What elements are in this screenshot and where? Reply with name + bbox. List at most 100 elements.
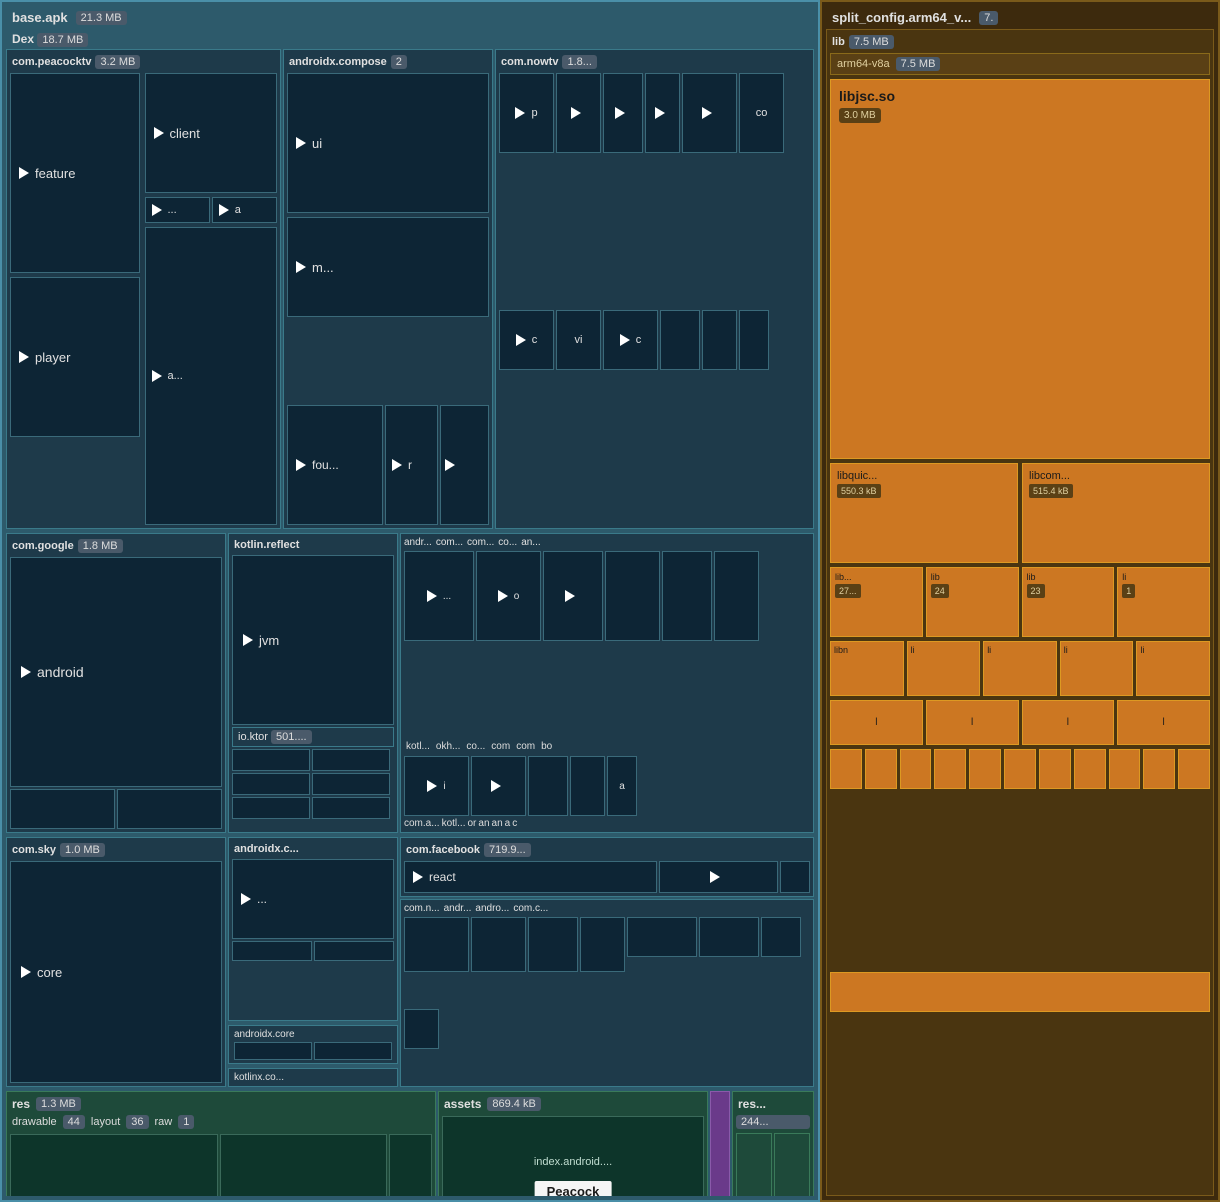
com-facebook-block[interactable]: com.facebook 719.9... react	[400, 837, 814, 897]
lib-row3: lib... 27... lib 24 lib 23 li 1	[830, 567, 1210, 637]
play-icon	[620, 334, 630, 346]
lib-small-4-size: 1	[1122, 584, 1135, 598]
bmp-cell-4[interactable]	[580, 917, 625, 972]
nowtv-cell-vi[interactable]: vi	[556, 310, 601, 370]
libquic-block[interactable]: libquic... 550.3 kB	[830, 463, 1018, 563]
lib-size: 7.5 MB	[849, 35, 894, 49]
index-block[interactable]: index.android.... Peacock	[442, 1116, 704, 1196]
kotlin-reflect-block[interactable]: kotlin.reflect jvm io.ktor 501....	[228, 533, 398, 833]
libjsc-block[interactable]: libjsc.so 3.0 MB	[830, 79, 1210, 459]
lib-mini-l1[interactable]: l	[830, 700, 923, 745]
root-container: base.apk 21.3 MB Dex 18.7 MB com.peacock…	[0, 0, 1220, 1202]
bmp-header: com.n... andr... andro... com.c...	[404, 903, 810, 914]
libcom-block[interactable]: libcom... 515.4 kB	[1022, 463, 1210, 563]
res-cells	[10, 1134, 432, 1196]
nowtv-cell-c1[interactable]: c	[499, 310, 554, 370]
a-dot-block[interactable]: a...	[145, 227, 278, 525]
mid-cell-4[interactable]	[662, 551, 712, 641]
mid-cell-3[interactable]	[605, 551, 660, 641]
mid-cell-8[interactable]	[570, 756, 605, 816]
mid-cell-6[interactable]	[471, 756, 526, 816]
ui-block[interactable]: ui	[287, 73, 489, 213]
base-apk-header: base.apk 21.3 MB	[6, 6, 814, 29]
react-block[interactable]: react	[404, 861, 657, 893]
m-block[interactable]: m...	[287, 217, 489, 317]
ktor-cell1	[232, 749, 310, 771]
play-icon	[21, 666, 31, 678]
assets-section[interactable]: assets 869.4 kB index.android.... Peacoc…	[438, 1091, 708, 1196]
lib-tiny-libn[interactable]: libn	[830, 641, 904, 696]
androidx-core-block[interactable]: androidx.core	[228, 1025, 398, 1064]
res-right-block[interactable]: res... 244...	[732, 1091, 814, 1196]
bmp-cell-andro[interactable]	[699, 917, 759, 957]
r-block[interactable]: r	[385, 405, 438, 525]
bmp-cell-andr[interactable]	[627, 917, 697, 957]
bmp-cell-1[interactable]	[404, 917, 469, 972]
play-icon	[565, 590, 575, 602]
androidx-c-block[interactable]: androidx.c... ...	[228, 837, 398, 1021]
lib-mini-l4[interactable]: l	[1117, 700, 1210, 745]
row3-right: androidx.c... ... androidx.core	[228, 837, 398, 1087]
nowtv-cell-p[interactable]: p	[499, 73, 554, 153]
com-peacocktv-block[interactable]: com.peacocktv 3.2 MB feature player	[6, 49, 281, 529]
nowtv-cell-4[interactable]	[682, 73, 737, 153]
res-counts: drawable 44 layout 36 raw 1	[10, 1113, 432, 1131]
nowtv-cell-1[interactable]	[556, 73, 601, 153]
res-section[interactable]: res 1.3 MB drawable 44 layout 36 raw 1	[6, 1091, 436, 1196]
android-block[interactable]: android	[10, 557, 222, 787]
dots-block[interactable]: ...	[145, 197, 210, 223]
com-sky-block[interactable]: com.sky 1.0 MB core	[6, 837, 226, 1087]
lib-tiny-li2[interactable]: li	[983, 641, 1057, 696]
play-icon	[491, 780, 501, 792]
com-nowtv-block[interactable]: com.nowtv 1.8... p co c vi c	[495, 49, 814, 529]
mid-cell-7[interactable]	[528, 756, 568, 816]
dots-block[interactable]: ...	[232, 859, 394, 939]
core-block[interactable]: core	[10, 861, 222, 1083]
lib-micro-4	[934, 749, 966, 789]
a-block[interactable]: a	[212, 197, 277, 223]
lib-mini-l2[interactable]: l	[926, 700, 1019, 745]
lib-tiny-li1[interactable]: li	[907, 641, 981, 696]
androidx-compose-block[interactable]: androidx.compose 2 ui m...	[283, 49, 493, 529]
com-google-title: com.google 1.8 MB	[10, 537, 222, 555]
feature-block[interactable]: feature	[10, 73, 140, 273]
lib-tiny-li3[interactable]: li	[1060, 641, 1134, 696]
nowtv-cell-6[interactable]	[702, 310, 737, 370]
tiny-block[interactable]	[440, 405, 489, 525]
ktor-cell3	[232, 773, 310, 795]
acore-cell1	[234, 1042, 312, 1060]
nowtv-cell-3[interactable]	[645, 73, 680, 153]
mid-cell-1[interactable]: ...	[404, 551, 474, 641]
nowtv-cell-c2[interactable]: c	[603, 310, 658, 370]
res-right-size: 244...	[736, 1115, 810, 1129]
client-block[interactable]: client	[145, 73, 278, 193]
bmp-cell-5[interactable]	[761, 917, 801, 957]
lib-small-2[interactable]: lib 24	[926, 567, 1019, 637]
player-block[interactable]: player	[10, 277, 140, 437]
lib-tiny-li4[interactable]: li	[1136, 641, 1210, 696]
fb-small-block[interactable]	[659, 861, 778, 893]
bmp-cell-2[interactable]	[471, 917, 526, 972]
bmp-cell-3[interactable]	[528, 917, 578, 972]
bmp-cell-6[interactable]	[404, 1009, 439, 1049]
mid-cell-a[interactable]: a	[607, 756, 637, 816]
jvm-block[interactable]: jvm	[232, 555, 394, 725]
fou-block[interactable]: fou...	[287, 405, 383, 525]
peacocktv-small-blocks: ... a	[145, 197, 278, 223]
kotlinx-co-block[interactable]: kotlinx.co...	[228, 1068, 398, 1087]
nowtv-cell-7[interactable]	[739, 310, 769, 370]
lib-small-4[interactable]: li 1	[1117, 567, 1210, 637]
lib-small-1[interactable]: lib... 27...	[830, 567, 923, 637]
io-ktor-block[interactable]: io.ktor 501....	[232, 727, 394, 747]
mid-cell-o[interactable]: o	[476, 551, 541, 641]
lib-mini-l3[interactable]: l	[1022, 700, 1115, 745]
nowtv-cell-2[interactable]	[603, 73, 643, 153]
nowtv-cell-5[interactable]	[660, 310, 700, 370]
facebook-inner: react	[404, 861, 810, 893]
nowtv-cell-co[interactable]: co	[739, 73, 784, 153]
mid-cell-2[interactable]	[543, 551, 603, 641]
com-google-block[interactable]: com.google 1.8 MB android	[6, 533, 226, 833]
mid-cell-i[interactable]: i	[404, 756, 469, 816]
mid-cell-5[interactable]	[714, 551, 759, 641]
lib-small-3[interactable]: lib 23	[1022, 567, 1115, 637]
